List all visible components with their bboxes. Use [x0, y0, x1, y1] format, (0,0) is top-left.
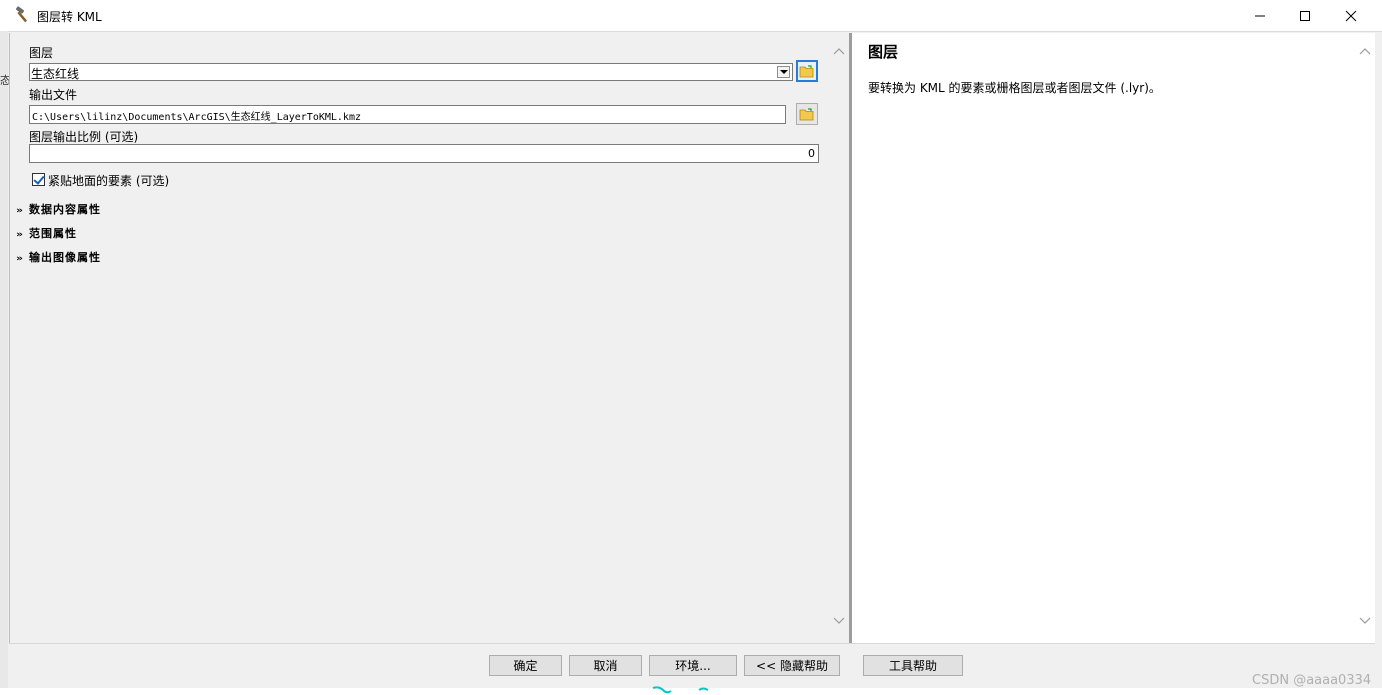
layer-combobox-value: 生态红线	[31, 67, 80, 81]
chevron-up-icon[interactable]	[1359, 47, 1371, 55]
output-file-value: C:\Users\lilinz\Documents\ArcGIS\生态红线_La…	[32, 112, 361, 123]
chevron-double-down-icon: »	[16, 206, 25, 216]
help-description: 要转换为 KML 的要素或栅格图层或者图层文件 (.lyr)。	[868, 81, 1161, 95]
output-browse-button[interactable]	[796, 103, 818, 125]
watermark: CSDN @aaaa0334	[1252, 673, 1372, 688]
chevron-up-icon[interactable]	[833, 47, 845, 55]
section-label: 范围属性	[29, 227, 77, 240]
help-title: 图层	[868, 43, 899, 61]
layer-label: 图层	[29, 46, 54, 60]
hammer-icon	[15, 6, 28, 23]
ok-button[interactable]: 确定	[489, 655, 562, 676]
background-map-feature	[652, 686, 709, 694]
background-window-edge	[0, 31, 8, 695]
section-extent-properties[interactable]: » 范围属性	[16, 225, 77, 241]
clamp-features-checkbox[interactable]	[32, 173, 45, 186]
minimize-icon	[1255, 15, 1265, 16]
output-file-label: 输出文件	[29, 88, 78, 102]
tool-help-button[interactable]: 工具帮助	[863, 655, 963, 676]
layer-combobox[interactable]: 生态红线	[29, 63, 793, 81]
maximize-icon	[1300, 10, 1310, 21]
chevron-double-down-icon: »	[16, 254, 25, 264]
parameters-scrollbar[interactable]	[829, 33, 849, 643]
hide-help-button[interactable]: << 隐藏帮助	[744, 655, 840, 676]
maximize-button[interactable]	[1282, 0, 1328, 31]
environments-button[interactable]: 环境...	[649, 655, 737, 676]
layer-browse-button[interactable]	[796, 60, 818, 82]
scale-value: 0	[808, 147, 815, 160]
chevron-down-icon[interactable]	[833, 617, 845, 625]
scale-input[interactable]: 0	[29, 144, 819, 163]
parameters-pane: 图层 生态红线 输出文件 C:\Users\lilinz\Documents\A…	[9, 33, 830, 643]
title-bar: 图层转 KML	[0, 0, 1382, 32]
help-scrollbar[interactable]	[1355, 33, 1375, 643]
folder-icon	[799, 108, 814, 121]
section-data-content-properties[interactable]: » 数据内容属性	[16, 201, 101, 217]
close-button[interactable]	[1328, 0, 1374, 31]
section-label: 数据内容属性	[29, 203, 101, 216]
scale-label: 图层输出比例 (可选)	[29, 130, 139, 144]
close-icon	[1345, 10, 1357, 21]
chevron-down-icon[interactable]	[777, 66, 790, 78]
folder-icon	[799, 65, 814, 78]
chevron-down-icon[interactable]	[1359, 617, 1371, 625]
chevron-double-down-icon: »	[16, 230, 25, 240]
help-pane: 图层 要转换为 KML 的要素或栅格图层或者图层文件 (.lyr)。	[852, 33, 1355, 643]
minimize-button[interactable]	[1237, 0, 1283, 31]
section-label: 输出图像属性	[29, 251, 101, 264]
output-file-input[interactable]: C:\Users\lilinz\Documents\ArcGIS\生态红线_La…	[29, 105, 786, 124]
cancel-button[interactable]: 取消	[569, 655, 642, 676]
window-title: 图层转 KML	[37, 10, 102, 24]
dialog-footer: 确定 取消 环境... << 隐藏帮助 工具帮助	[9, 643, 1375, 689]
clamp-features-label: 紧贴地面的要素 (可选)	[48, 174, 170, 188]
section-output-image-properties[interactable]: » 输出图像属性	[16, 249, 101, 265]
